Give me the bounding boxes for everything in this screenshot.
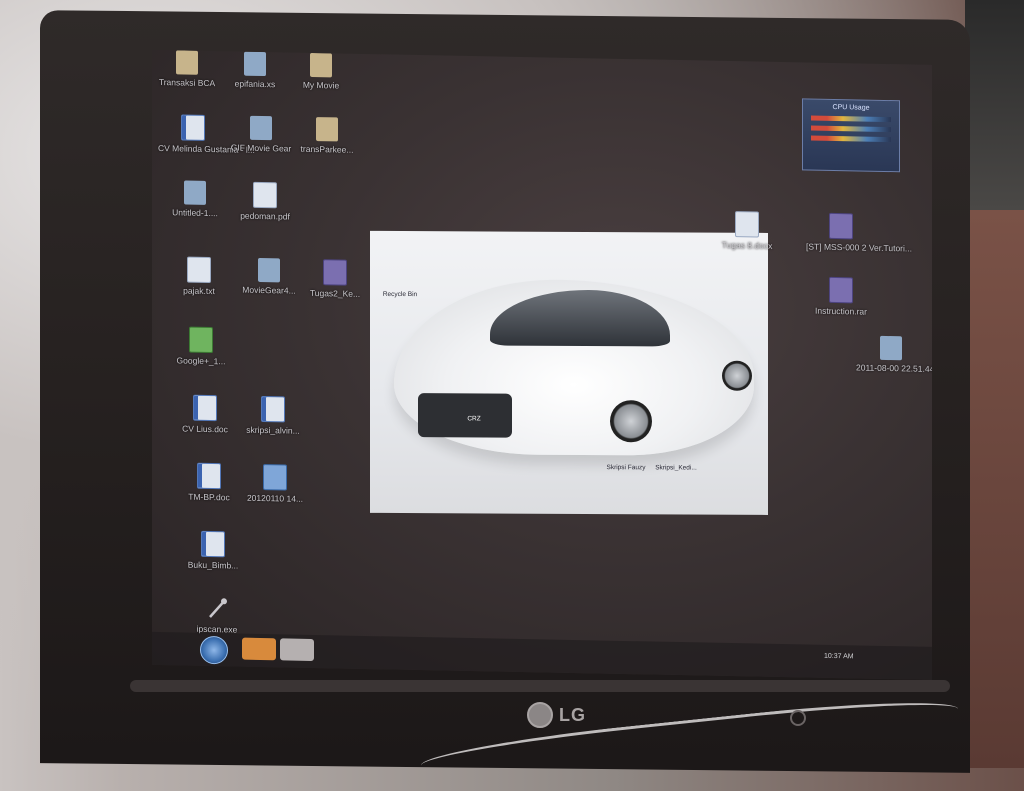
icon-label: [ST] MSS-000 2 Ver.Tutori... (806, 241, 912, 254)
brand-text: LG (559, 704, 586, 725)
desktop-icon[interactable]: My Movie (286, 52, 356, 90)
desktop-icon[interactable]: 20120110 14... (240, 464, 310, 504)
folder-icon (176, 50, 198, 75)
word-document-icon (193, 394, 217, 422)
app-icon (244, 51, 266, 77)
gadget-title: CPU Usage (832, 103, 870, 112)
desktop-icon[interactable]: Tugas2_Ke... (300, 259, 370, 299)
zip-archive-icon (263, 464, 287, 491)
icon-label: 2011-08-00 22.51.44.jpg (856, 362, 932, 375)
gadget-meter (811, 125, 891, 133)
text-file-icon (187, 256, 211, 284)
desktop-icon[interactable]: Tugas 8.docx (712, 211, 782, 251)
word-document-icon (181, 114, 205, 141)
pdf-document-icon (253, 181, 277, 209)
rar-archive-icon (829, 212, 853, 240)
app-icon (316, 117, 338, 142)
desktop-icon[interactable]: GIF Movie Gear (226, 115, 296, 154)
monitor-bezel: Transaksi BCA epifania.xs My Movie CV Me… (40, 10, 970, 773)
gadget-meter (811, 115, 891, 123)
lg-logo-icon (527, 702, 553, 728)
icon-label: TM-BP.doc (188, 491, 230, 503)
green-app-icon (189, 326, 213, 354)
icon-label: CV Melinda Gustania - l... (158, 143, 255, 155)
photo-icon-label: Skripsi_Kedi... (655, 464, 697, 472)
desktop-icon[interactable]: Untitled-1.... (160, 180, 230, 218)
start-button[interactable] (200, 635, 228, 665)
app-icon (258, 257, 280, 283)
taskbar-button[interactable] (242, 637, 276, 661)
word-document-icon (201, 530, 225, 558)
taskbar: 10:37 AM (152, 631, 932, 680)
desktop-icon[interactable]: Google+_1... (166, 326, 236, 366)
network-tool-icon (206, 597, 228, 621)
gadget-meter (811, 135, 891, 143)
desktop-icon[interactable]: [ST] MSS-000 2 Ver.Tutori... (806, 212, 912, 254)
desktop-icon[interactable]: pedoman.pdf (230, 181, 300, 222)
system-clock[interactable]: 10:37 AM (824, 653, 854, 661)
desktop-icon[interactable]: epifania.xs (220, 51, 290, 89)
icon-label: CV Lius.doc (182, 423, 228, 435)
desktop-icon[interactable]: 2011-08-00 22.51.44.jpg (856, 335, 932, 375)
icon-label: Tugas 8.docx (721, 239, 773, 251)
icon-label: transParkee... (300, 143, 354, 155)
icon-label: skripsi_alvin... (246, 424, 300, 436)
photo-icon-label: CRZ (467, 415, 481, 423)
icon-label: Google+_1... (176, 355, 226, 367)
monitor-brand-logo: LG (527, 702, 586, 728)
desktop-icon[interactable]: pajak.txt (164, 256, 234, 296)
rar-archive-icon (323, 259, 347, 286)
folder-icon (310, 52, 332, 78)
image-file-icon (880, 335, 902, 361)
desktop-icon[interactable]: ipscan.exe (182, 596, 252, 635)
word-document-icon (197, 462, 221, 490)
icon-label: Buku_Bimb... (187, 559, 239, 571)
car-wheel (722, 360, 752, 391)
icon-label: pedoman.pdf (240, 210, 290, 222)
desktop-icon[interactable]: transParkee... (292, 117, 362, 155)
desktop-icon[interactable]: MovieGear4... (234, 257, 304, 296)
icon-label: Instruction.rar (815, 305, 867, 317)
wallpaper-car-photo: Recycle Bin CRZ Skripsi Fauzy Skripsi_Ke… (370, 230, 768, 515)
desktop-icon[interactable]: Transaksi BCA (152, 50, 222, 88)
icon-label: Tugas2_Ke... (309, 287, 361, 299)
desktop-icon[interactable]: skripsi_alvin... (238, 395, 308, 436)
app-icon (184, 180, 206, 205)
icon-label: Untitled-1.... (172, 207, 218, 219)
rar-archive-icon (829, 276, 853, 304)
monitor-bottom-edge (130, 680, 950, 692)
app-icon (250, 115, 272, 141)
desktop-screen: Transaksi BCA epifania.xs My Movie CV Me… (152, 49, 932, 680)
car-wheel (610, 400, 652, 443)
photo-icon-label: Recycle Bin (382, 290, 418, 299)
desktop-icon[interactable]: TM-BP.doc (174, 462, 244, 502)
cpu-usage-gadget[interactable]: CPU Usage (802, 98, 900, 173)
icon-label: pajak.txt (183, 285, 215, 297)
desktop-icon[interactable]: Buku_Bimb... (178, 530, 248, 571)
desktop-icon[interactable]: CV Melinda Gustania - l... (158, 114, 255, 155)
icon-label: My Movie (302, 79, 340, 91)
background-device (965, 0, 1024, 210)
icon-label: MovieGear4... (242, 284, 296, 296)
word-document-icon (261, 395, 285, 423)
power-button[interactable] (790, 710, 806, 726)
icon-label: GIF Movie Gear (230, 142, 292, 154)
icon-label: Transaksi BCA (158, 77, 216, 89)
icon-label: 20120110 14... (246, 492, 304, 504)
document-icon (735, 211, 759, 238)
desktop-icon[interactable]: Instruction.rar (806, 276, 876, 317)
desktop-icon[interactable]: CV Lius.doc (170, 394, 240, 434)
icon-label: epifania.xs (234, 78, 276, 90)
taskbar-button[interactable] (280, 638, 314, 662)
